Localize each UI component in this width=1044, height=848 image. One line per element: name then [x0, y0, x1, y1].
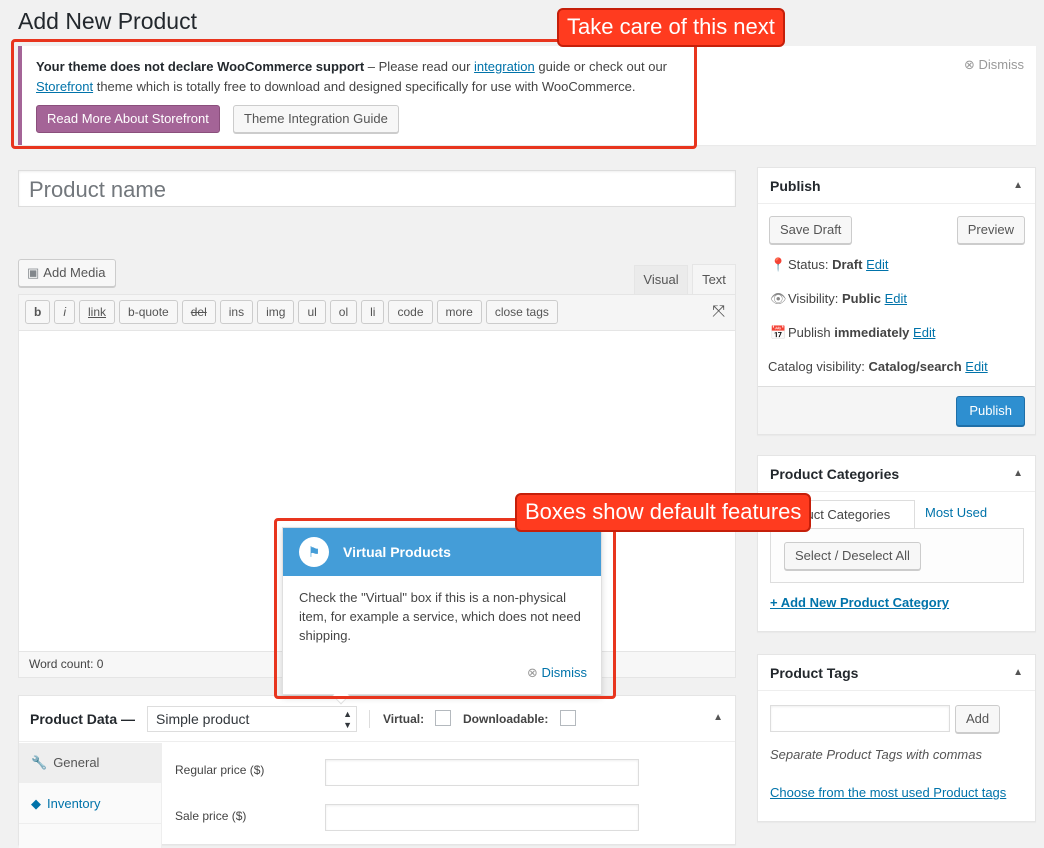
product-tags-box: Product Tags ▲ Add Separate Product Tags…: [757, 654, 1036, 822]
collapse-icon[interactable]: ▲: [1013, 168, 1023, 204]
publish-box: Publish ▲ Save Draft Preview 📍 Status: Dr…: [757, 167, 1036, 435]
schedule-label: Publish: [788, 325, 831, 340]
tags-title: Product Tags: [770, 665, 859, 681]
add-tag-button[interactable]: Add: [955, 705, 1001, 733]
collapse-icon[interactable]: ▲: [713, 712, 723, 723]
save-draft-button[interactable]: Save Draft: [769, 216, 853, 244]
select-arrows-icon: ▲ ▼: [343, 709, 352, 730]
tags-hint: Separate Product Tags with commas: [770, 747, 982, 762]
catalog-value: Catalog/search: [868, 359, 962, 374]
product-name-input[interactable]: Product name: [18, 170, 736, 207]
sale-price-input[interactable]: [325, 804, 639, 831]
notice-dismiss-label: Dismiss: [978, 57, 1025, 72]
add-media-label: Add Media: [43, 265, 106, 280]
preview-button[interactable]: Preview: [956, 216, 1025, 244]
pointer-highlight-frame: [274, 518, 616, 699]
calendar-icon: 📅: [770, 325, 787, 340]
tab-visual[interactable]: Visual: [634, 265, 688, 294]
tab-general[interactable]: 🔧 General: [19, 743, 162, 783]
qt-code-button[interactable]: code: [388, 300, 433, 324]
qt-ins-button[interactable]: ins: [219, 300, 254, 324]
qt-ul-button[interactable]: ul: [298, 300, 326, 324]
product-data-tabs: 🔧 General ◆ Inventory: [19, 743, 162, 848]
product-type-select[interactable]: Simple product ▲ ▼: [147, 706, 357, 732]
pin-icon: 📍: [770, 257, 787, 272]
notice-highlight-frame: [11, 39, 697, 149]
tab-most-used[interactable]: Most Used: [925, 505, 987, 520]
publish-actions: Publish: [758, 386, 1035, 434]
qt-bold-button[interactable]: b: [25, 300, 51, 324]
visibility-label: Visibility:: [788, 291, 839, 306]
edit-catalog-link[interactable]: Edit: [965, 359, 987, 374]
product-data-box: Product Data — Simple product ▲ ▼ Virtual…: [18, 695, 736, 848]
edit-status-link[interactable]: Edit: [866, 257, 888, 272]
product-categories-box: Product Categories ▲ Product Categories …: [757, 455, 1036, 632]
media-icon: ▣: [27, 265, 40, 280]
separator: [369, 710, 370, 728]
product-type-value: Simple product: [156, 711, 250, 727]
fullscreen-icon[interactable]: ⤧: [712, 303, 725, 321]
product-data-label: Product Data —: [30, 711, 136, 727]
annotation-top: Take care of this next: [557, 8, 785, 47]
dismiss-icon: ⊗: [963, 57, 975, 72]
catalog-visibility-row: Catalog visibility: Catalog/search Edit: [768, 359, 988, 374]
virtual-label: Virtual:: [383, 712, 425, 726]
categories-header: Product Categories ▲: [758, 456, 1035, 492]
edit-schedule-link[interactable]: Edit: [913, 325, 935, 340]
qt-li-button[interactable]: li: [361, 300, 385, 324]
eye-icon: 👁: [770, 291, 787, 306]
annotation-middle: Boxes show default features: [515, 493, 812, 532]
product-data-header: Product Data — Simple product ▲ ▼ Virtual…: [19, 696, 735, 742]
qt-link-button[interactable]: link: [79, 300, 116, 324]
categories-title: Product Categories: [770, 466, 900, 482]
select-deselect-all-button[interactable]: Select / Deselect All: [784, 542, 921, 570]
schedule-row: 📅 Publish immediately Edit: [770, 325, 935, 341]
qt-del-button[interactable]: del: [181, 300, 216, 324]
publish-header: Publish ▲: [758, 168, 1035, 204]
regular-price-input[interactable]: [325, 759, 639, 786]
visibility-value: Public: [841, 291, 881, 306]
status-row: 📍 Status: Draft Edit: [770, 257, 888, 273]
status-value: Draft: [832, 257, 863, 272]
schedule-value: immediately: [834, 325, 910, 340]
status-label: Status:: [788, 257, 829, 272]
tab-text[interactable]: Text: [692, 264, 736, 295]
categories-list-panel: Select / Deselect All: [770, 528, 1024, 583]
add-media-button[interactable]: ▣ Add Media: [18, 259, 117, 287]
publish-title: Publish: [770, 178, 821, 194]
downloadable-label: Downloadable:: [463, 712, 549, 726]
wrench-icon: 🔧: [31, 755, 48, 770]
tag-input[interactable]: [770, 705, 950, 732]
edit-visibility-link[interactable]: Edit: [885, 291, 907, 306]
qt-ol-button[interactable]: ol: [329, 300, 358, 324]
regular-price-label: Regular price ($): [175, 763, 265, 777]
quicktags-toolbar: b i link b-quote del ins img ul ol li code more clos…: [19, 295, 735, 331]
sale-price-label: Sale price ($): [175, 809, 247, 823]
tab-inventory-label: Inventory: [47, 796, 101, 811]
catalog-label: Catalog visibility:: [768, 359, 865, 374]
tab-general-label: General: [53, 755, 100, 770]
inventory-icon: ◆: [31, 796, 41, 811]
choose-most-used-tags-link[interactable]: Choose from the most used Product tags: [770, 785, 1006, 800]
qt-img-button[interactable]: img: [257, 300, 295, 324]
add-new-category-link[interactable]: + Add New Product Category: [770, 595, 949, 610]
qt-more-button[interactable]: more: [436, 300, 482, 324]
qt-bquote-button[interactable]: b-quote: [119, 300, 178, 324]
product-name-placeholder: Product name: [29, 177, 166, 202]
virtual-checkbox[interactable]: [435, 710, 451, 726]
visibility-row: 👁Visibility: Public Edit: [770, 291, 907, 307]
qt-close-tags-button[interactable]: close tags: [485, 300, 558, 324]
tab-inventory[interactable]: ◆ Inventory: [19, 784, 162, 824]
tags-header: Product Tags ▲: [758, 655, 1035, 691]
notice-dismiss[interactable]: ⊗ Dismiss: [964, 57, 1024, 73]
page-title: Add New Product: [18, 8, 197, 34]
downloadable-checkbox[interactable]: [560, 710, 576, 726]
publish-button[interactable]: Publish: [956, 396, 1025, 426]
collapse-icon[interactable]: ▲: [1013, 456, 1023, 492]
collapse-icon[interactable]: ▲: [1013, 655, 1023, 691]
qt-italic-button[interactable]: i: [54, 300, 76, 324]
